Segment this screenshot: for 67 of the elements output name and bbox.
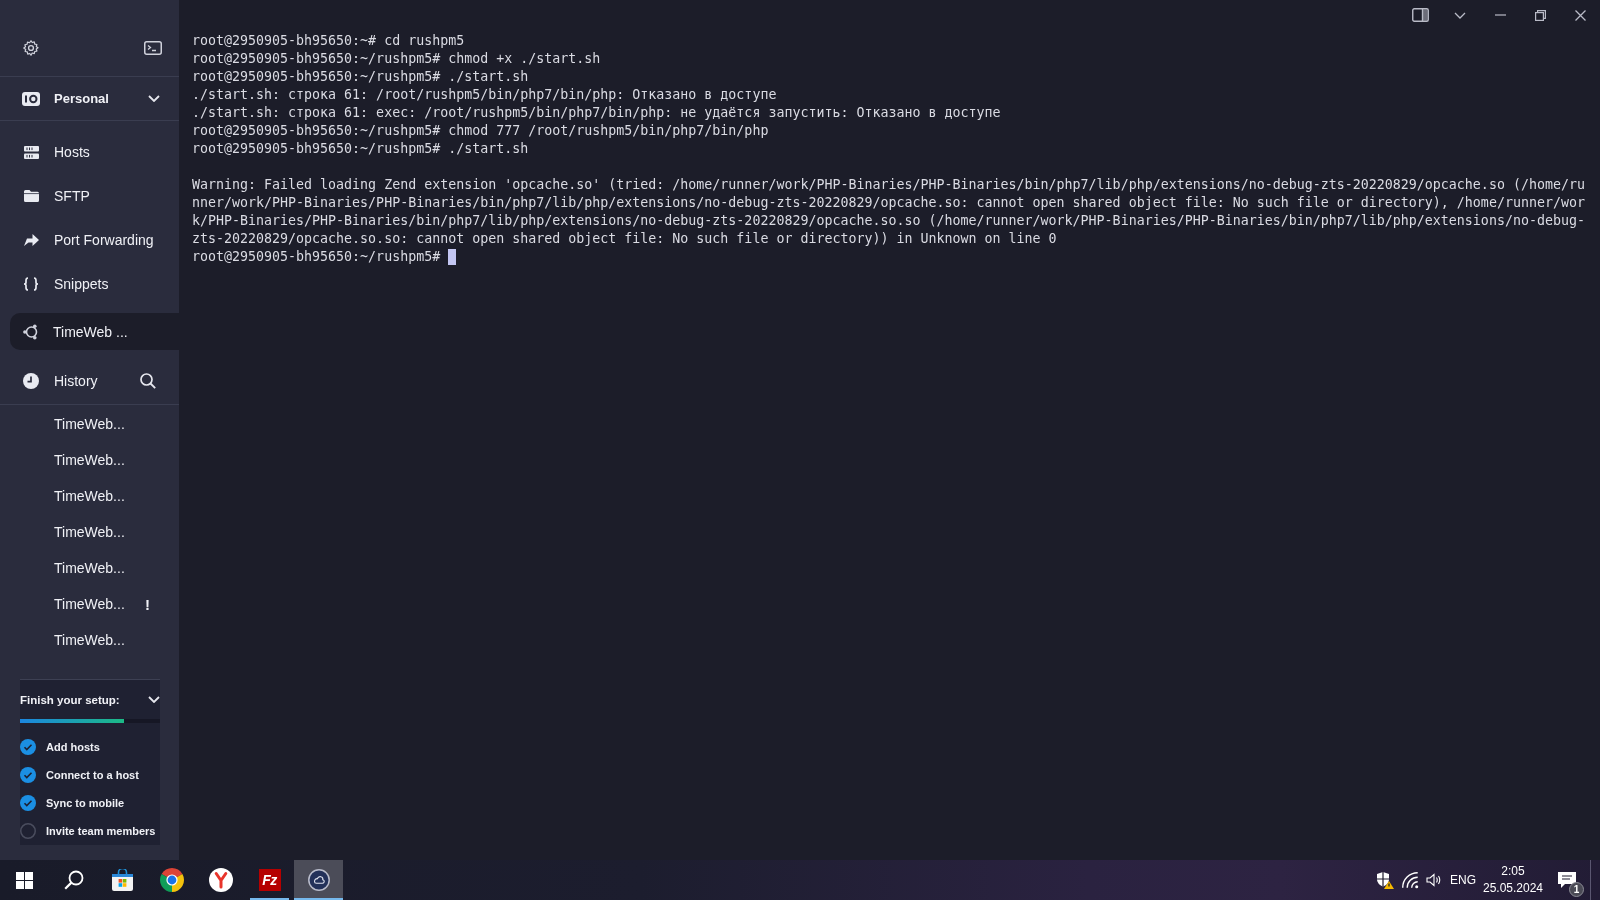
braces-icon — [23, 277, 39, 291]
recent-session-item[interactable]: TimeWeb... — [0, 550, 179, 586]
clock-date[interactable]: 25.05.2024 — [1482, 880, 1544, 897]
recent-session-item[interactable]: TimeWeb... — [0, 622, 179, 658]
task-label: Sync to mobile — [46, 797, 125, 809]
clock-time[interactable]: 2:05 — [1501, 863, 1525, 880]
task-label: Connect to a host — [46, 769, 139, 781]
four-squares-icon — [16, 871, 33, 889]
session-tab[interactable]: TimeWeb ... — [10, 313, 179, 350]
terminal-line: root@2950905-bh95650:~/rushpm5# ./start.sh — [192, 140, 529, 158]
notification-count: 1 — [1569, 882, 1584, 897]
terminal-line: ./start.sh: строка 61: exec: /root/rushpm5/bin/php7/bin/php: не удаётся запустить: Отказано в доступе — [192, 104, 1001, 122]
restore-icon[interactable] — [1534, 9, 1546, 21]
arrow-icon — [23, 234, 39, 246]
terminal-line: ./start.sh: строка 61: /root/rushpm5/bin/php7/bin/php: Отказано в доступе — [192, 86, 777, 104]
safe-icon — [22, 91, 40, 106]
setup-title: Finish your setup: — [20, 693, 120, 706]
chevron-down-icon — [148, 95, 160, 102]
terminal-line: root@2950905-bh95650:~/rushpm5# chmod +x ./start.sh — [192, 50, 601, 68]
close-icon[interactable] — [1574, 9, 1586, 21]
y-shape-circle-icon — [208, 868, 233, 892]
task-label: Invite team members — [46, 825, 156, 837]
recent-session-item[interactable]: TimeWeb... — [0, 442, 179, 478]
terminal-line: root@2950905-bh95650:~# cd rushpm5 — [192, 32, 465, 50]
terminal-line: k/PHP-Binaries/PHP-Binaries/bin/php7/lib/php/extensions/no-debug-zts-20220829/opcache.so.so (/home/runner/work/PHP-Binaries/PHP-Binaries/bin/php7/lib/php/extensions/no-debug- — [192, 212, 1585, 230]
vault-selector[interactable]: Personal — [0, 77, 179, 121]
search-icon — [63, 870, 84, 890]
wifi-icon[interactable] — [1401, 871, 1419, 889]
terminal-line: root@2950905-bh95650:~/rushpm5# — [192, 248, 441, 266]
server-icon — [23, 145, 39, 159]
panel-toggle-icon[interactable] — [1411, 8, 1429, 22]
segmented-circle-icon — [159, 868, 184, 892]
nav-item[interactable]: History — [23, 372, 98, 389]
checked-circle-icon[interactable] — [20, 739, 36, 755]
nav-item[interactable]: Port Forwarding — [0, 218, 179, 262]
checked-circle-icon[interactable] — [20, 795, 36, 811]
recent-session-item[interactable]: TimeWeb... — [0, 406, 179, 442]
taskbar-app-button[interactable]: Fz — [245, 860, 294, 900]
task-label: Add hosts — [46, 741, 100, 753]
folder-icon — [23, 190, 39, 202]
chevron-down-icon[interactable] — [1454, 11, 1466, 19]
speaker-icon[interactable] — [1425, 873, 1441, 887]
ring-dots-icon — [23, 323, 38, 340]
terminal-line: root@2950905-bh95650:~/rushpm5# chmod 777 /root/rushpm5/bin/php7/bin/php — [192, 122, 769, 140]
nav-item[interactable]: Hosts — [0, 130, 179, 174]
nav-item[interactable]: Snippets — [0, 262, 179, 306]
search-icon[interactable] — [140, 372, 156, 389]
recent-session-item[interactable]: TimeWeb... — [0, 478, 179, 514]
taskbar-app-button[interactable] — [294, 860, 343, 900]
settings-icon[interactable] — [23, 40, 39, 56]
terminal-line: nner/work/PHP-Binaries/PHP-Binaries/bin/php7/lib/php/extensions/no-debug-zts-20220829/opcache.so: cannot open shared object file: No such file or directory), /home/runner/wor — [192, 194, 1585, 212]
recent-session-item[interactable]: TimeWeb... ! — [0, 586, 179, 622]
terminal-line: root@2950905-bh95650:~/rushpm5# ./start.sh — [192, 68, 529, 86]
minimize-icon[interactable] — [1494, 14, 1506, 16]
terminal-line: zts-20220829/opcache.so.so: cannot open shared object file: No such file or directory)) in Unknown on line 0 — [192, 230, 1057, 248]
logo-tile: Fz — [258, 869, 281, 891]
terminal-icon[interactable] — [144, 41, 162, 55]
alert-mark: ! — [145, 595, 150, 613]
terminal-line: Warning: Failed loading Zend extension 'opcache.so' (tried: /home/runner/work/PHP-Binaries/PHP-Binaries/bin/php7/lib/php/extensions/no-debug-zts-20220829/opcache.so (/home/ru — [192, 176, 1585, 194]
clock-icon — [23, 372, 39, 389]
checked-circle-icon[interactable] — [20, 767, 36, 783]
recent-session-item[interactable]: TimeWeb... — [0, 514, 179, 550]
cloud-circle-icon — [307, 869, 330, 891]
shield-warning-icon[interactable] — [1376, 871, 1394, 889]
nav-item[interactable]: SFTP — [0, 174, 179, 218]
language-indicator[interactable]: ENG — [1450, 873, 1476, 887]
shopping-bag-icon — [111, 869, 134, 891]
